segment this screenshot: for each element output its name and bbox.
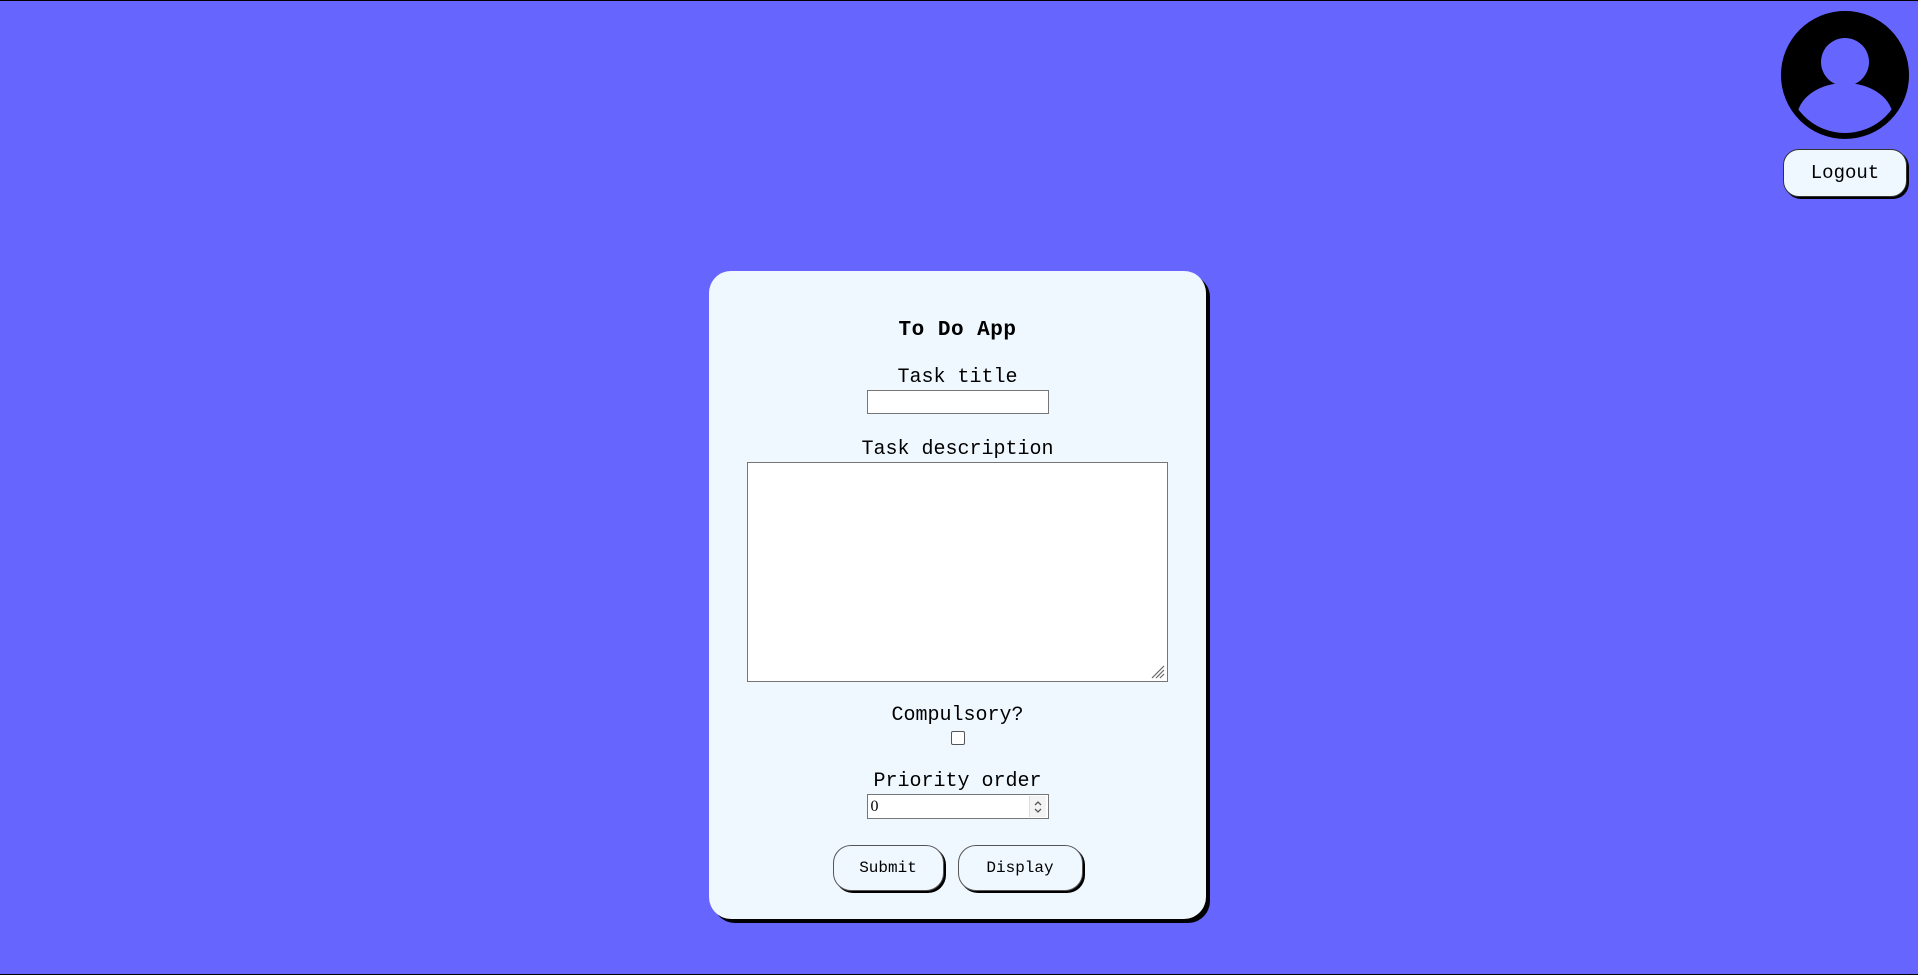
chevron-down-icon[interactable] xyxy=(1033,807,1043,814)
priority-order-label: Priority order xyxy=(873,770,1042,793)
task-description-label: Task description xyxy=(861,438,1054,461)
compulsory-label: Compulsory? xyxy=(891,704,1024,727)
submit-button[interactable]: Submit xyxy=(832,845,944,891)
task-title-label: Task title xyxy=(897,366,1018,389)
compulsory-checkbox[interactable] xyxy=(950,731,965,745)
user-avatar-icon xyxy=(1781,11,1909,139)
display-button[interactable]: Display xyxy=(957,845,1083,891)
user-area: Logout xyxy=(1780,11,1910,197)
spinner-icon[interactable] xyxy=(1028,796,1046,817)
form-buttons: Submit Display xyxy=(832,845,1083,891)
resize-grip-icon[interactable] xyxy=(1149,663,1165,679)
priority-order-input[interactable]: 0 xyxy=(866,794,1049,819)
logout-button[interactable]: Logout xyxy=(1783,149,1907,197)
app-title: To Do App xyxy=(898,319,1017,342)
priority-order-value: 0 xyxy=(870,797,879,815)
todo-form-card: To Do App Task title Task description Co… xyxy=(709,271,1206,919)
chevron-up-icon[interactable] xyxy=(1033,800,1043,807)
task-description-textarea[interactable] xyxy=(747,462,1168,682)
task-title-input[interactable] xyxy=(866,390,1049,414)
